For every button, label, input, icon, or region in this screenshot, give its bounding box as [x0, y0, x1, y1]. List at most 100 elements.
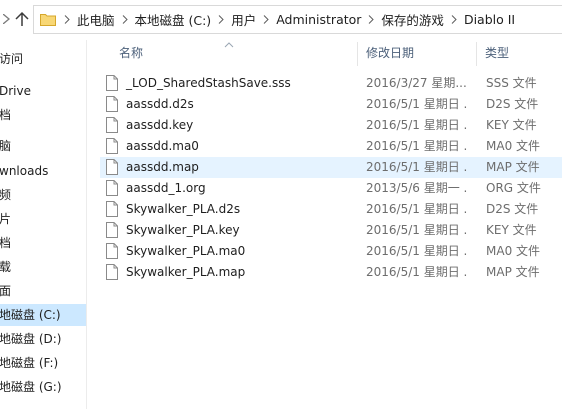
file-name: Skywalker_PLA.ma0: [126, 244, 246, 258]
file-name: _LOD_SharedStashSave.sss: [126, 76, 291, 90]
file-row[interactable]: Skywalker_PLA.d2s 2016/5/1 星期日 ... D2S 文件: [100, 199, 562, 220]
sidebar-item-label: 档: [0, 108, 12, 122]
breadcrumb: 此电脑 本地磁盘 (C:) 用户 Administrator 保存的游戏 Diablo I…: [58, 10, 516, 29]
navigation-pane: 访问 Drive 档脑 wnloads 频片档载面地磁盘 (C:) 地磁盘 (D:) 地磁盘…: [0, 40, 87, 409]
navigation-bar: 此电脑 本地磁盘 (C:) 用户 Administrator 保存的游戏 Diablo I…: [0, 0, 562, 40]
file-type: SSS 文件: [486, 76, 537, 90]
file-type: KEY 文件: [486, 118, 537, 132]
file-type: D2S 文件: [486, 97, 539, 111]
sidebar-item[interactable]: Drive: [0, 80, 86, 102]
sidebar-item[interactable]: 地磁盘 (C:): [0, 304, 86, 326]
column-divider[interactable]: [476, 42, 477, 66]
sidebar-item[interactable]: 档: [0, 232, 86, 254]
breadcrumb-chevron-icon[interactable]: [362, 15, 380, 24]
address-bar[interactable]: 此电脑 本地磁盘 (C:) 用户 Administrator 保存的游戏 Diablo I…: [33, 5, 562, 34]
file-name: Skywalker_PLA.map: [126, 265, 246, 279]
breadcrumb-chevron-icon[interactable]: [58, 15, 76, 24]
sidebar-item-label: 地磁盘 (D:): [0, 332, 62, 346]
file-name: aassdd.map: [126, 160, 199, 174]
file-date-modified: 2016/3/27 星期...: [366, 76, 467, 90]
file-name: aassdd.d2s: [126, 97, 194, 111]
file-type: MAP 文件: [486, 160, 540, 174]
file-icon: [106, 243, 118, 259]
file-type: KEY 文件: [486, 223, 537, 237]
file-name: aassdd_1.org: [126, 181, 206, 195]
file-date-modified: 2016/5/1 星期日 ...: [366, 265, 468, 279]
sidebar-item[interactable]: 地磁盘 (G:): [0, 376, 86, 398]
sidebar-item-label: 档: [0, 236, 12, 250]
file-icon: [106, 201, 118, 217]
file-type: ORG 文件: [486, 181, 541, 195]
sidebar-item-label: Drive: [0, 84, 31, 98]
sidebar-item-label: 片: [0, 212, 12, 226]
breadcrumb-item[interactable]: 用户: [230, 10, 257, 29]
file-row[interactable]: Skywalker_PLA.map 2016/5/1 星期日 ... MAP 文件: [100, 262, 562, 283]
column-header: 名称 修改日期 类型: [88, 40, 562, 66]
sidebar-item-label: 地磁盘 (C:): [0, 308, 61, 322]
column-type[interactable]: 类型: [485, 40, 509, 66]
sidebar-item-label: 载: [0, 260, 12, 274]
column-divider[interactable]: [357, 42, 358, 66]
sidebar-item-label: 面: [0, 284, 12, 298]
file-type: MAP 文件: [486, 265, 540, 279]
sidebar-item[interactable]: 频: [0, 184, 86, 206]
sidebar-item[interactable]: 脑: [0, 135, 86, 157]
sidebar-item[interactable]: 面: [0, 280, 86, 302]
sidebar-item-label: wnloads: [0, 164, 49, 178]
file-row[interactable]: Skywalker_PLA.ma0 2016/5/1 星期日 ... MA0 文件: [100, 241, 562, 262]
breadcrumb-item[interactable]: Diablo II: [463, 12, 516, 27]
breadcrumb-item[interactable]: 本地磁盘 (C:): [134, 10, 213, 29]
file-icon: [106, 180, 118, 196]
breadcrumb-item[interactable]: 此电脑: [76, 10, 116, 29]
file-icon: [106, 96, 118, 112]
file-name: Skywalker_PLA.key: [126, 223, 240, 237]
sidebar-item[interactable]: 地磁盘 (F:): [0, 352, 86, 374]
file-date-modified: 2016/5/1 星期日 ...: [366, 244, 468, 258]
file-icon: [106, 138, 118, 154]
up-arrow-icon[interactable]: [13, 6, 31, 32]
file-icon: [106, 75, 118, 91]
column-date-modified[interactable]: 修改日期: [366, 40, 414, 66]
sidebar-item[interactable]: 载: [0, 256, 86, 278]
sidebar-item-label: 脑: [0, 139, 12, 153]
sidebar-item-label: 地磁盘 (F:): [0, 356, 59, 370]
file-name: Skywalker_PLA.d2s: [126, 202, 241, 216]
sidebar-item[interactable]: 档: [0, 104, 86, 126]
breadcrumb-chevron-icon[interactable]: [257, 15, 275, 24]
file-row[interactable]: _LOD_SharedStashSave.sss 2016/3/27 星期... S…: [100, 73, 562, 94]
sidebar-item[interactable]: 片: [0, 208, 86, 230]
sidebar-item-label: 访问: [0, 52, 24, 66]
breadcrumb-chevron-icon[interactable]: [445, 15, 463, 24]
file-row[interactable]: aassdd.map 2016/5/1 星期日 ... MAP 文件: [100, 157, 562, 178]
file-date-modified: 2016/5/1 星期日 ...: [366, 160, 468, 174]
file-row[interactable]: Skywalker_PLA.key 2016/5/1 星期日 ... KEY 文件: [100, 220, 562, 241]
file-type: MA0 文件: [486, 244, 541, 258]
breadcrumb-item[interactable]: 保存的游戏: [380, 10, 445, 29]
file-icon: [106, 159, 118, 175]
sidebar-item-label: 地磁盘 (G:): [0, 380, 62, 394]
file-date-modified: 2016/5/1 星期日 ...: [366, 118, 468, 132]
sidebar-item[interactable]: 访问: [0, 48, 86, 70]
breadcrumb-item[interactable]: Administrator: [275, 12, 362, 27]
file-row[interactable]: aassdd.key 2016/5/1 星期日 ... KEY 文件: [100, 115, 562, 136]
file-row[interactable]: aassdd_1.org 2013/5/6 星期一 ... ORG 文件: [100, 178, 562, 199]
file-date-modified: 2016/5/1 星期日 ...: [366, 202, 468, 216]
file-type: D2S 文件: [486, 202, 539, 216]
file-icon: [106, 222, 118, 238]
breadcrumb-chevron-icon[interactable]: [116, 15, 134, 24]
sidebar-item-label: 频: [0, 188, 12, 202]
file-date-modified: 2013/5/6 星期一 ...: [366, 181, 468, 195]
breadcrumb-chevron-icon[interactable]: [212, 15, 230, 24]
file-name: aassdd.key: [126, 118, 194, 132]
file-name: aassdd.ma0: [126, 139, 199, 153]
file-row[interactable]: aassdd.d2s 2016/5/1 星期日 ... D2S 文件: [100, 94, 562, 115]
file-row[interactable]: aassdd.ma0 2016/5/1 星期日 ... MA0 文件: [100, 136, 562, 157]
column-name[interactable]: 名称: [119, 40, 143, 66]
sidebar-item[interactable]: 地磁盘 (D:): [0, 328, 86, 350]
file-date-modified: 2016/5/1 星期日 ...: [366, 97, 468, 111]
file-date-modified: 2016/5/1 星期日 ...: [366, 223, 468, 237]
sort-ascending-icon: [224, 37, 234, 51]
file-icon: [106, 117, 118, 133]
file-icon: [106, 264, 118, 280]
sidebar-item[interactable]: wnloads: [0, 160, 86, 182]
